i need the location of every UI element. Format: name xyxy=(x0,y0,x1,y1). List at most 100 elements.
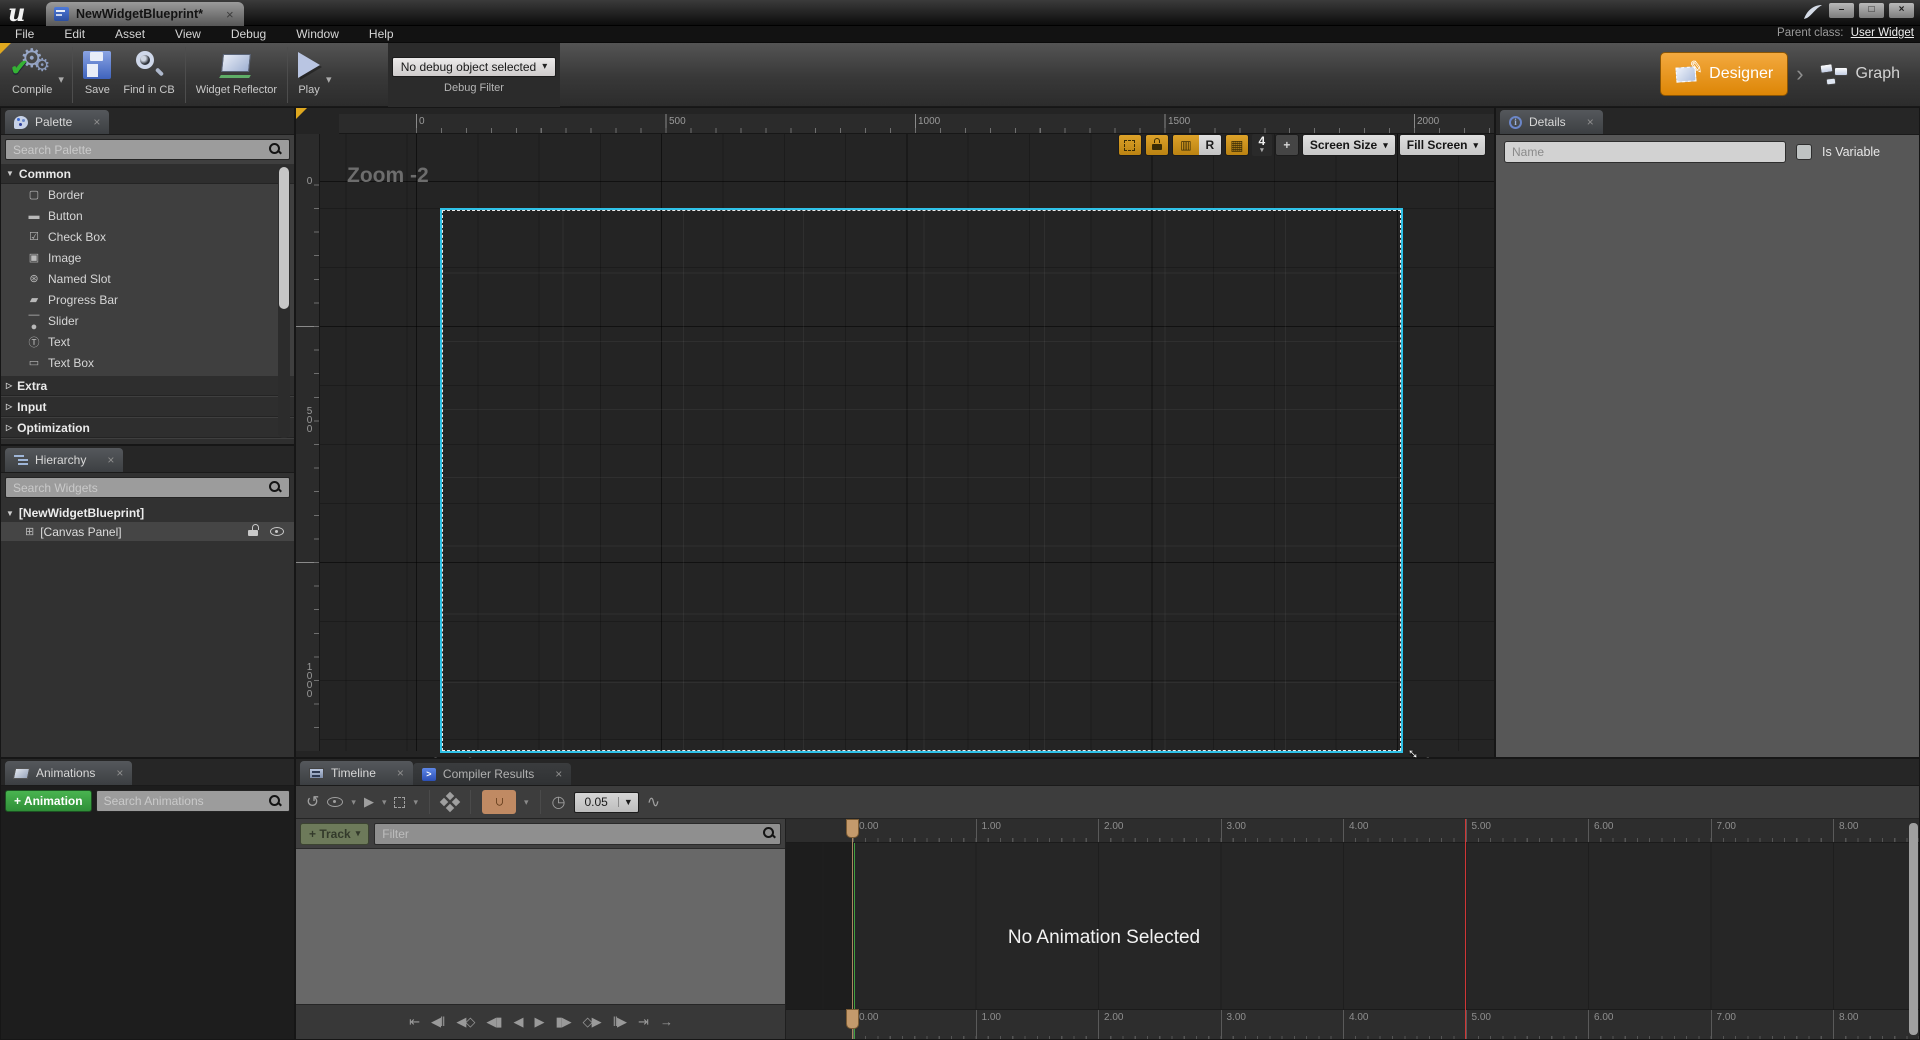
palette-item[interactable]: ⊛ Named Slot xyxy=(1,268,294,289)
debug-object-dropdown[interactable]: No debug object selected xyxy=(392,57,556,77)
close-button[interactable]: × xyxy=(1889,3,1914,18)
palette-section-header[interactable]: Optimization xyxy=(1,418,294,438)
palette-item[interactable]: ▢ Border xyxy=(1,184,294,205)
close-icon[interactable]: × xyxy=(1587,115,1594,129)
timeline-body[interactable]: No Animation Selected xyxy=(786,843,1919,1009)
caret-down-icon[interactable]: ▾ xyxy=(524,797,529,808)
save-button[interactable]: Save xyxy=(77,47,117,98)
menu-item[interactable]: Help xyxy=(354,27,409,41)
minimize-button[interactable]: – xyxy=(1829,3,1854,18)
tab-hierarchy[interactable]: Hierarchy × xyxy=(5,448,123,472)
snap-magnet-button[interactable]: ∩ xyxy=(482,790,516,814)
playback-button[interactable]: ⇤ xyxy=(405,1014,423,1030)
select-edit-options-icon[interactable] xyxy=(394,797,405,808)
tab-timeline[interactable]: Timeline × xyxy=(300,761,413,785)
animations-search-input[interactable] xyxy=(96,790,290,812)
palette-item[interactable]: —● Slider xyxy=(1,310,294,331)
maximize-button[interactable]: □ xyxy=(1859,3,1884,18)
visibility-eye-icon[interactable] xyxy=(270,527,284,536)
tab-close-icon[interactable]: × xyxy=(226,7,234,22)
compile-button[interactable]: ⚙⚙✔ Compile xyxy=(6,47,58,98)
play-button[interactable]: Play xyxy=(292,47,326,98)
palette-item[interactable]: ▰ Progress Bar xyxy=(1,289,294,310)
timeline-scrollbar[interactable] xyxy=(1909,823,1918,1035)
playback-button[interactable]: ⇥ xyxy=(634,1014,652,1030)
menu-item[interactable]: Edit xyxy=(49,27,100,41)
playback-button[interactable]: ◀ xyxy=(510,1014,527,1030)
selection-outline-toggle[interactable] xyxy=(1118,134,1142,156)
find-in-cb-button[interactable]: Find in CB xyxy=(117,47,180,98)
screen-size-dropdown[interactable]: Screen Size xyxy=(1302,134,1396,156)
palette-section-common[interactable]: Common xyxy=(1,164,294,184)
close-icon[interactable]: × xyxy=(397,766,404,780)
track-filter-input[interactable] xyxy=(374,823,781,845)
menu-item[interactable]: View xyxy=(160,27,216,41)
tab-animations[interactable]: Animations × xyxy=(5,761,132,785)
palette-section-header[interactable]: Input xyxy=(1,397,294,417)
is-variable-checkbox[interactable] xyxy=(1796,144,1812,160)
play-options-caret[interactable] xyxy=(326,76,336,86)
tab-palette[interactable]: Palette × xyxy=(5,110,109,134)
palette-item[interactable]: ▭ Text Box xyxy=(1,352,294,373)
designer-mode-button[interactable]: ✎ Designer xyxy=(1660,52,1788,96)
menu-item[interactable]: File xyxy=(0,27,49,41)
palette-section-header[interactable]: Extra xyxy=(1,376,294,396)
time-snap-clock-icon[interactable]: ◷ xyxy=(552,792,566,812)
scrollbar-thumb[interactable] xyxy=(279,167,289,309)
tab-compiler-results[interactable]: > Compiler Results × xyxy=(413,763,571,785)
playback-button[interactable]: ◇▶ xyxy=(579,1014,605,1030)
fill-screen-dropdown[interactable]: Fill Screen xyxy=(1399,134,1486,156)
time-ruler-bottom[interactable]: 0.001.002.003.004.005.006.007.008.00 xyxy=(786,1009,1919,1039)
close-icon[interactable]: × xyxy=(93,115,100,129)
design-surface[interactable]: Zoom -2 ↔ 1280 x 720 (16:9) DPI Scale 0.… xyxy=(320,134,1494,751)
palette-section-header[interactable]: Panel xyxy=(1,439,294,444)
playback-options-icon[interactable]: ▶ xyxy=(364,794,374,810)
hierarchy-search-input[interactable] xyxy=(5,477,290,498)
close-icon[interactable]: × xyxy=(116,766,123,780)
widget-canvas-outline[interactable] xyxy=(440,208,1403,753)
caret-down-icon[interactable]: ▾ xyxy=(351,797,356,808)
view-options-eye-icon[interactable] xyxy=(327,797,343,807)
palette-item[interactable]: ▬ Button xyxy=(1,205,294,226)
palette-scrollbar[interactable] xyxy=(278,165,290,438)
refresh-icon[interactable]: ↺ xyxy=(306,792,319,812)
feedback-feather-icon[interactable] xyxy=(1802,2,1824,22)
palette-search-input[interactable] xyxy=(5,139,290,160)
add-track-button[interactable]: + Track xyxy=(300,823,369,845)
tab-details[interactable]: i Details × xyxy=(1500,110,1603,134)
playhead-scrubber[interactable] xyxy=(846,819,859,838)
palette-item[interactable]: Ⓣ Text xyxy=(1,331,294,352)
close-icon[interactable]: × xyxy=(555,767,562,781)
unlock-icon[interactable] xyxy=(248,527,258,536)
asset-tab[interactable]: NewWidgetBlueprint* × xyxy=(46,2,244,26)
caret-down-icon[interactable]: ▾ xyxy=(382,797,387,808)
curve-editor-icon[interactable]: ∿ xyxy=(647,792,660,812)
hierarchy-root-item[interactable]: [NewWidgetBlueprint] xyxy=(1,502,294,522)
palette-item[interactable]: ▣ Image xyxy=(1,247,294,268)
snap-interval-dropdown[interactable]: 0.05 ▼ xyxy=(574,792,639,813)
widget-reflector-button[interactable]: Widget Reflector xyxy=(190,47,283,98)
rotate-mode-button[interactable]: R xyxy=(1199,135,1221,155)
playback-button[interactable]: ◀‖ xyxy=(427,1014,448,1030)
grid-snap-toggle[interactable]: ▦ xyxy=(1225,134,1249,156)
hierarchy-canvas-panel-item[interactable]: ⊞ [Canvas Panel] xyxy=(1,522,294,541)
playhead-scrubber-bottom[interactable] xyxy=(846,1009,859,1029)
timeline-track-area[interactable]: 0.001.002.003.004.005.006.007.008.00 No … xyxy=(786,819,1919,1039)
playback-button[interactable]: → xyxy=(656,1014,676,1030)
compile-options-caret[interactable] xyxy=(58,76,68,86)
playback-button[interactable]: ◀▮ xyxy=(482,1014,505,1030)
time-ruler-top[interactable]: 0.001.002.003.004.005.006.007.008.00 xyxy=(786,819,1919,843)
widget-name-input[interactable] xyxy=(1504,141,1786,163)
playback-button[interactable]: ◀◇ xyxy=(452,1014,478,1030)
localization-preview-button[interactable]: + xyxy=(1275,134,1299,156)
add-animation-button[interactable]: + Animation xyxy=(5,790,92,812)
menu-item[interactable]: Debug xyxy=(216,27,281,41)
caret-down-icon[interactable]: ▾ xyxy=(413,797,418,808)
playback-button[interactable]: ‖▶ xyxy=(609,1014,630,1030)
keyframe-all-icon[interactable] xyxy=(441,793,459,811)
graph-mode-button[interactable]: Graph xyxy=(1812,52,1908,96)
menu-item[interactable]: Window xyxy=(281,27,354,41)
playback-button[interactable]: ▶ xyxy=(531,1014,548,1030)
grid-size-dropdown[interactable]: 4 xyxy=(1252,134,1272,156)
playback-button[interactable]: ▮▶ xyxy=(552,1014,575,1030)
